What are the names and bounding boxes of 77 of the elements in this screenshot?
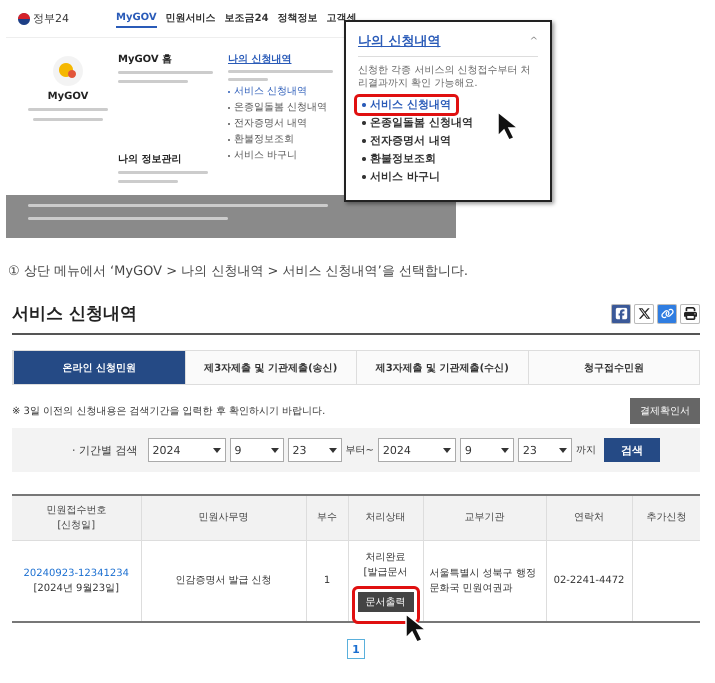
column-header: 추가신청 — [632, 495, 700, 540]
submenu-item[interactable]: 온종일돌봄 신청내역 — [358, 114, 477, 132]
column-header: 처리상태 — [348, 495, 423, 540]
bullet-icon — [362, 120, 366, 125]
magnifier-icon — [53, 56, 83, 86]
tab[interactable]: 온라인 신청민원 — [13, 351, 184, 384]
submenu-item[interactable]: 서비스 신청내역 — [358, 96, 455, 114]
search-button[interactable]: 검색 — [604, 438, 660, 462]
nav-item[interactable]: 민원서비스 — [166, 8, 216, 30]
bullet-icon — [362, 138, 366, 143]
application-number-link[interactable]: 20240923-12341234 — [13, 566, 140, 581]
submenu-item[interactable]: 서비스 바구니 — [358, 168, 444, 186]
page-button[interactable]: 1 — [347, 639, 365, 659]
submenu-item[interactable]: 환불정보조회 — [358, 150, 440, 168]
blurred-text-line — [33, 118, 103, 121]
column-header: 민원사무명 — [141, 495, 306, 540]
blurred-text-line — [118, 180, 178, 183]
status-text: [발급문서 — [364, 566, 408, 580]
submenu-item[interactable]: 서비스 신청내역 — [234, 85, 308, 98]
tab[interactable]: 제3자제출 및 기관제출(수신) — [356, 351, 528, 384]
select-field[interactable]: 2024 — [148, 438, 226, 462]
column-header: 연락처 — [546, 495, 632, 540]
column-header: 부수 — [306, 495, 348, 540]
submenu-item[interactable]: 전자증명서 내역 — [234, 117, 308, 130]
collapse-caret[interactable]: ^ — [530, 36, 538, 46]
status-text: 처리완료 — [366, 550, 406, 565]
column-header: 민원접수번호 [신청일] — [12, 495, 141, 540]
profile-title: MyGOV — [48, 91, 88, 102]
select-field[interactable]: 9 — [230, 438, 284, 462]
caret-icon — [442, 448, 451, 452]
table-cell: 1 — [306, 540, 348, 622]
blurred-text-line — [118, 80, 188, 83]
caret-icon — [270, 448, 278, 452]
x-icon[interactable] — [634, 304, 654, 324]
bullet-icon — [362, 156, 366, 161]
bullet-icon — [362, 102, 366, 107]
range-label: 까지 — [576, 444, 596, 457]
menu-heading[interactable]: 나의 정보관리 — [118, 152, 228, 166]
receipt-button[interactable]: 결제확인서 — [630, 398, 700, 424]
search-label: · 기간별 검색 — [72, 442, 138, 458]
nav-item[interactable]: MyGOV — [116, 9, 157, 28]
notice-text: ※ 3일 이전의 신청내용은 검색기간을 입력한 후 확인하시기 바랍니다. — [12, 405, 326, 418]
table-cell: 서울특별시 성북구 행정문화국 민원여권과 — [423, 540, 546, 622]
link-icon[interactable] — [657, 304, 677, 324]
caret-icon — [558, 448, 567, 452]
select-field[interactable]: 23 — [288, 438, 342, 462]
menu-heading[interactable]: MyGOV 홈 — [118, 52, 228, 66]
nav-item[interactable]: 정책정보 — [278, 8, 318, 30]
range-label: 부터~ — [346, 444, 374, 457]
caret-icon — [328, 448, 336, 452]
table-cell: 02-2241-4472 — [546, 540, 632, 622]
table-cell: 인감증명서 발급 신청 — [141, 540, 306, 622]
bullet-icon — [362, 174, 366, 179]
submenu-item[interactable]: 전자증명서 내역 — [358, 132, 455, 150]
application-date: [2024년 9월23일] — [32, 582, 120, 596]
facebook-icon[interactable] — [611, 304, 631, 324]
blurred-text-line — [228, 78, 268, 81]
page-title: 서비스 신청내역 — [12, 303, 137, 325]
column-header: 교부기관 — [423, 495, 546, 540]
select-field[interactable]: 2024 — [378, 438, 456, 462]
select-field[interactable]: 9 — [460, 438, 514, 462]
tab[interactable]: 청구접수민원 — [528, 351, 699, 384]
tab[interactable]: 제3자제출 및 기관제출(송신) — [184, 351, 356, 384]
submenu-item[interactable]: 환불정보조회 — [234, 133, 294, 146]
site-logo[interactable]: 정부24 — [18, 11, 116, 26]
menu-heading[interactable]: 나의 신청내역 — [228, 52, 343, 66]
menu-heading[interactable]: 나의 신청내역 — [358, 32, 441, 50]
step-caption: ① 상단 메뉴에서 ‘MyGOV > 나의 신청내역 > 서비스 신청내역’을 선택합니다. — [8, 263, 470, 280]
caret-icon — [212, 448, 220, 452]
select-field[interactable]: 23 — [518, 438, 572, 462]
nav-item[interactable]: 보조금24 — [224, 8, 269, 30]
caret-icon — [500, 448, 509, 452]
print-icon[interactable] — [680, 304, 700, 324]
submenu-item[interactable]: 서비스 바구니 — [234, 149, 298, 162]
menu-description: 신청한 각종 서비스의 신청접수부터 처리결과까지 확인 가능해요. — [358, 64, 532, 90]
print-document-button[interactable]: 문서출력 — [358, 592, 414, 612]
submenu-item[interactable]: 온종일돌봄 신청내역 — [234, 101, 328, 114]
